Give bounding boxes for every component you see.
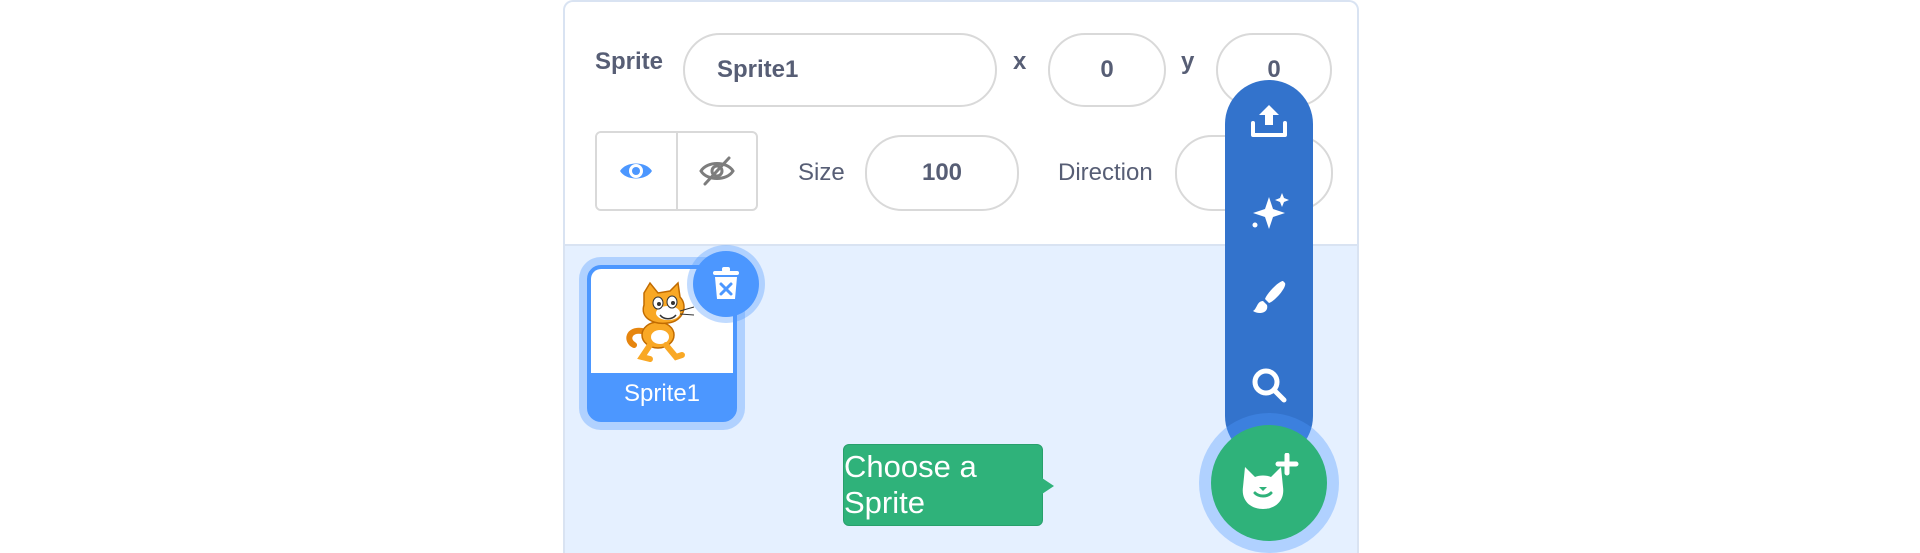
sprite-pane: Sprite Sprite1 x 0 y 0 Size 100 Directio… — [563, 0, 1359, 553]
size-field[interactable]: 100 — [865, 135, 1019, 211]
x-field[interactable]: 0 — [1048, 33, 1166, 107]
surprise-button[interactable] — [1225, 176, 1313, 246]
hide-sprite-button[interactable] — [675, 133, 757, 209]
visibility-toggle — [595, 131, 758, 211]
show-sprite-button[interactable] — [597, 133, 676, 209]
y-label: y — [1181, 48, 1195, 75]
paintbrush-icon — [1253, 281, 1286, 313]
sprite-name-field[interactable]: Sprite1 — [683, 33, 997, 107]
search-icon — [1252, 368, 1287, 403]
direction-label: Direction — [1058, 159, 1153, 186]
trash-icon — [713, 267, 739, 299]
cat-plus-icon — [1242, 453, 1299, 509]
choose-sprite-tooltip: Choose a Sprite — [843, 444, 1054, 526]
x-label: x — [1013, 48, 1027, 75]
size-label: Size — [798, 159, 845, 186]
delete-sprite-button[interactable] — [693, 251, 759, 317]
eye-slash-icon — [698, 156, 735, 186]
sprite-label: Sprite — [595, 48, 664, 75]
sprite-menu — [1225, 80, 1313, 460]
paint-button[interactable] — [1225, 262, 1313, 332]
upload-icon — [1251, 105, 1287, 137]
search-button[interactable] — [1225, 350, 1313, 420]
upload-sprite-button[interactable] — [1225, 86, 1313, 156]
scratch-cat-icon — [626, 281, 695, 362]
sparkle-icon — [1252, 193, 1289, 229]
choose-sprite-button[interactable] — [1211, 425, 1327, 541]
sprite-tile-name: Sprite1 — [623, 379, 701, 407]
eye-icon — [620, 163, 653, 179]
